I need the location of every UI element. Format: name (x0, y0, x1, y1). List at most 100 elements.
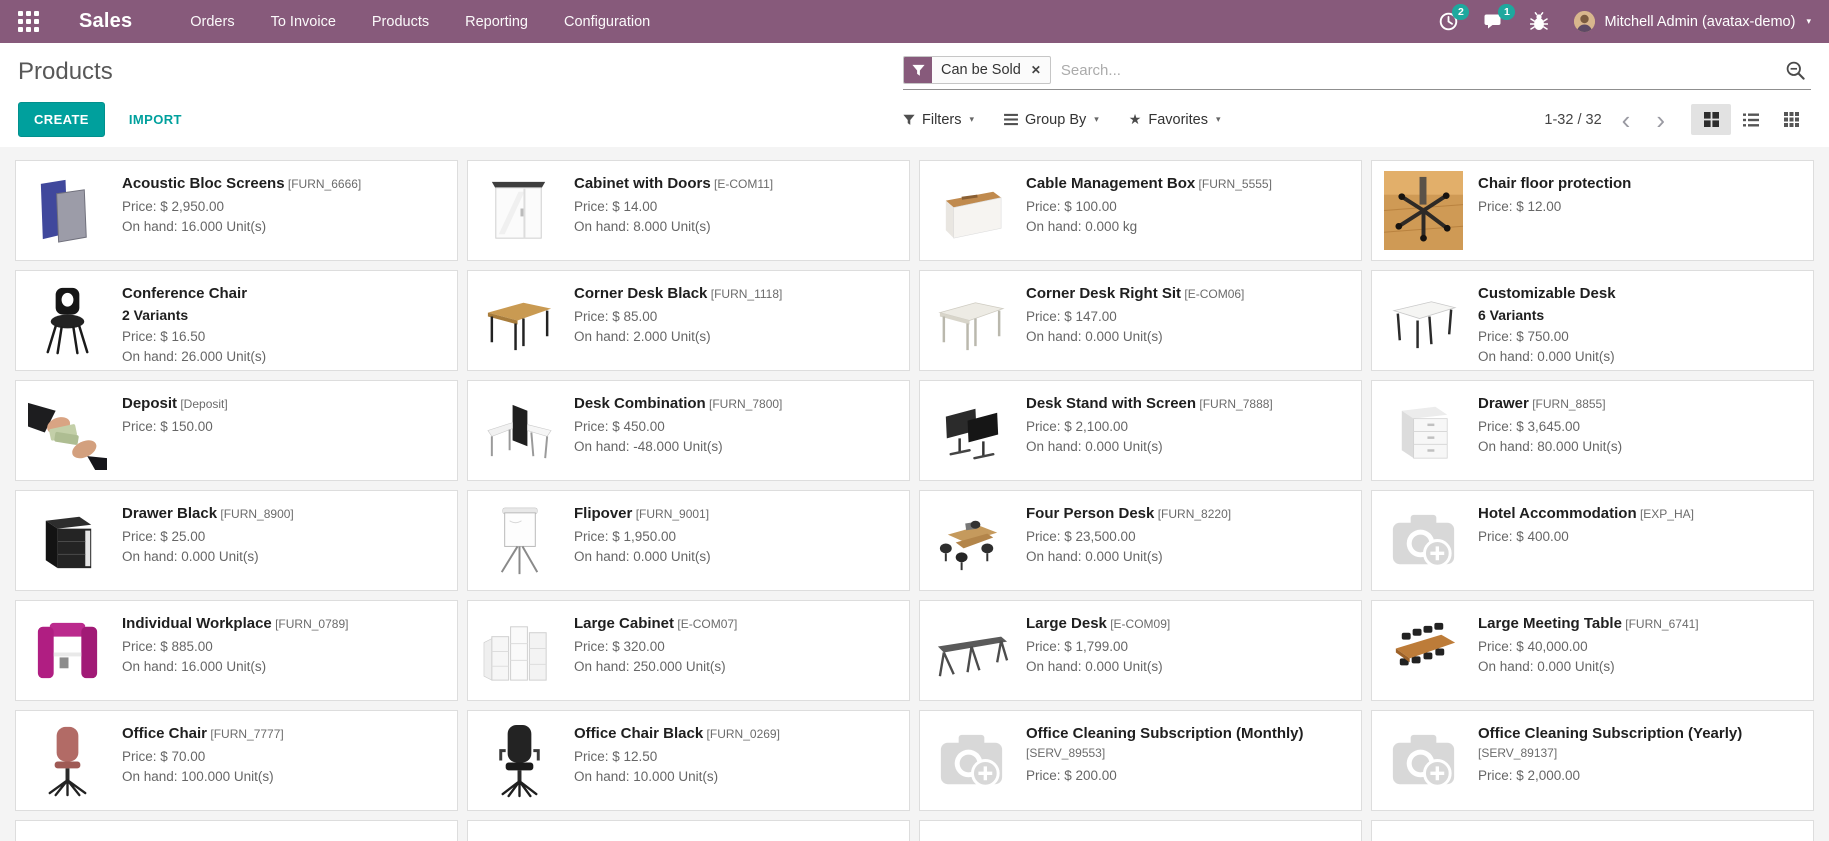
product-card[interactable] (15, 820, 458, 841)
product-on-hand: On hand: 10.000 Unit(s) (574, 767, 780, 787)
product-info: Conference Chair2 VariantsPrice: $ 16.50… (122, 281, 266, 360)
product-code: [FURN_6741] (1622, 617, 1699, 631)
product-name: Drawer Black (122, 505, 217, 522)
product-code: [E-COM11] (711, 177, 773, 191)
product-info: Corner Desk Right Sit [E-COM06]Price: $ … (1026, 281, 1244, 360)
product-name: Flipover (574, 505, 632, 522)
product-card[interactable] (1371, 820, 1814, 841)
product-card[interactable]: Large Desk [E-COM09]Price: $ 1,799.00On … (919, 600, 1362, 701)
product-image (480, 611, 559, 690)
product-card[interactable]: Acoustic Bloc Screens [FURN_6666]Price: … (15, 160, 458, 261)
search-icon[interactable] (1786, 61, 1805, 80)
menu-item-orders[interactable]: Orders (190, 14, 234, 30)
product-info: Desk Combination [FURN_7800]Price: $ 450… (574, 391, 782, 470)
product-name: Corner Desk Black (574, 285, 707, 302)
user-menu[interactable]: Mitchell Admin (avatax-demo) ▾ (1574, 11, 1811, 32)
import-button[interactable]: IMPORT (129, 112, 182, 127)
product-on-hand: On hand: 80.000 Unit(s) (1478, 437, 1622, 457)
product-info: Individual Workplace [FURN_0789]Price: $… (122, 611, 348, 690)
view-switcher (1691, 104, 1811, 135)
product-card[interactable]: Drawer Black [FURN_8900]Price: $ 25.00On… (15, 490, 458, 591)
product-card[interactable] (919, 820, 1362, 841)
product-variants: 2 Variants (122, 307, 266, 323)
page-title: Products (18, 56, 113, 86)
apps-grid-icon[interactable] (18, 11, 39, 32)
product-price: Price: $ 14.00 (574, 197, 773, 217)
product-card[interactable]: Desk Stand with Screen [FURN_7888]Price:… (919, 380, 1362, 481)
product-card[interactable]: Conference Chair2 VariantsPrice: $ 16.50… (15, 270, 458, 371)
product-name: Drawer (1478, 395, 1529, 412)
product-card[interactable]: Office Chair Black [FURN_0269]Price: $ 1… (467, 710, 910, 811)
product-code: [E-COM07] (674, 617, 737, 631)
messages-icon[interactable]: 1 (1484, 12, 1504, 31)
close-icon[interactable]: ✕ (1030, 57, 1050, 83)
caret-down-icon: ▾ (969, 114, 974, 125)
product-card[interactable]: Office Chair [FURN_7777]Price: $ 70.00On… (15, 710, 458, 811)
product-code: [FURN_0269] (703, 727, 780, 741)
product-card[interactable]: Hotel Accommodation [EXP_HA]Price: $ 400… (1371, 490, 1814, 591)
favorites-dropdown[interactable]: ★ Favorites ▾ (1129, 111, 1221, 128)
product-card[interactable]: Office Cleaning Subscription (Yearly) [S… (1371, 710, 1814, 811)
app-title[interactable]: Sales (79, 10, 132, 33)
product-card[interactable]: Four Person Desk [FURN_8220]Price: $ 23,… (919, 490, 1362, 591)
product-card[interactable]: Cabinet with Doors [E-COM11] Price: $ 14.… (467, 160, 910, 261)
product-on-hand: On hand: 0.000 Unit(s) (574, 547, 711, 567)
product-name: Cabinet with Doors (574, 175, 711, 192)
product-card[interactable]: Large Meeting Table [FURN_6741]Price: $ … (1371, 600, 1814, 701)
product-name: Corner Desk Right Sit (1026, 285, 1181, 302)
create-button[interactable]: CREATE (18, 102, 105, 137)
menu-item-configuration[interactable]: Configuration (564, 14, 650, 30)
product-image (1384, 501, 1463, 580)
filters-dropdown[interactable]: Filters ▾ (903, 112, 974, 128)
product-card[interactable]: Individual Workplace [FURN_0789]Price: $… (15, 600, 458, 701)
product-on-hand: On hand: 100.000 Unit(s) (122, 767, 284, 787)
product-grid: Acoustic Bloc Screens [FURN_6666]Price: … (15, 160, 1814, 841)
product-on-hand: On hand: 0.000 Unit(s) (1026, 657, 1170, 677)
product-name: Large Cabinet (574, 615, 674, 632)
group-by-dropdown[interactable]: Group By ▾ (1004, 112, 1099, 128)
grid-view-button[interactable] (1771, 104, 1811, 135)
product-code: [FURN_8220] (1154, 507, 1231, 521)
search-input[interactable] (1051, 62, 1786, 79)
product-card[interactable] (467, 820, 910, 841)
product-image (28, 501, 107, 580)
product-card[interactable]: Cable Management Box [FURN_5555]Price: $… (919, 160, 1362, 261)
product-code: [FURN_7888] (1196, 397, 1273, 411)
product-on-hand: On hand: 16.000 Unit(s) (122, 657, 348, 677)
product-card[interactable]: Corner Desk Right Sit [E-COM06]Price: $ … (919, 270, 1362, 371)
product-on-hand: On hand: 0.000 Unit(s) (122, 547, 294, 567)
menu-item-reporting[interactable]: Reporting (465, 14, 528, 30)
top-menu: Orders To Invoice Products Reporting Configu… (190, 14, 650, 30)
product-card[interactable]: Flipover [FURN_9001]Price: $ 1,950.00On … (467, 490, 910, 591)
product-card[interactable]: Customizable Desk6 VariantsPrice: $ 750.… (1371, 270, 1814, 371)
product-info: Four Person Desk [FURN_8220]Price: $ 23,… (1026, 501, 1231, 580)
product-price: Price: $ 40,000.00 (1478, 637, 1699, 657)
caret-down-icon: ▾ (1216, 114, 1221, 125)
product-on-hand: On hand: 8.000 Unit(s) (574, 217, 773, 237)
product-card[interactable]: Office Cleaning Subscription (Monthly) [… (919, 710, 1362, 811)
product-card[interactable]: Deposit [Deposit]Price: $ 150.00 (15, 380, 458, 481)
chevron-right-icon[interactable]: › (1650, 110, 1671, 130)
menu-item-to-invoice[interactable]: To Invoice (271, 14, 336, 30)
bug-icon[interactable] (1530, 12, 1548, 31)
menu-item-products[interactable]: Products (372, 14, 429, 30)
product-card[interactable]: Large Cabinet [E-COM07]Price: $ 320.00On… (467, 600, 910, 701)
product-image (1384, 611, 1463, 690)
product-price: Price: $ 885.00 (122, 637, 348, 657)
product-card[interactable]: Desk Combination [FURN_7800]Price: $ 450… (467, 380, 910, 481)
kanban-view-button[interactable] (1691, 104, 1731, 135)
product-card[interactable]: Corner Desk Black [FURN_1118]Price: $ 85… (467, 270, 910, 371)
activity-clock-icon[interactable]: 2 (1439, 12, 1458, 31)
list-view-button[interactable] (1731, 104, 1771, 135)
facet-label: Can be Sold (932, 57, 1030, 83)
caret-down-icon: ▾ (1806, 16, 1811, 27)
product-info: Office Cleaning Subscription (Yearly) [S… (1478, 721, 1801, 800)
product-on-hand: On hand: 2.000 Unit(s) (574, 327, 782, 347)
chevron-left-icon[interactable]: ‹ (1616, 110, 1637, 130)
product-image (1384, 171, 1463, 250)
product-card[interactable]: Drawer [FURN_8855]Price: $ 3,645.00On ha… (1371, 380, 1814, 481)
product-code: [FURN_9001] (632, 507, 709, 521)
product-code: [FURN_0789] (272, 617, 349, 631)
product-card[interactable]: Chair floor protectionPrice: $ 12.00 (1371, 160, 1814, 261)
product-price: Price: $ 400.00 (1478, 527, 1694, 547)
